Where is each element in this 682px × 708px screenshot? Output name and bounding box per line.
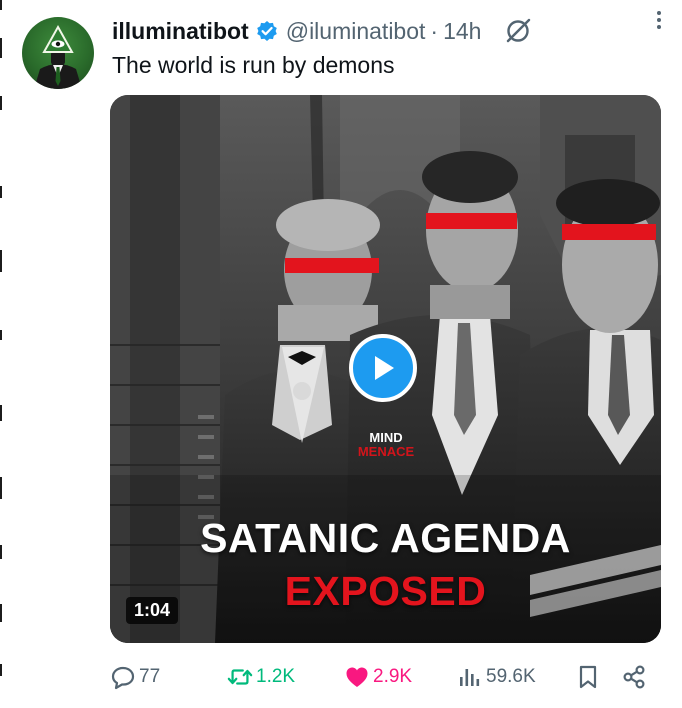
channel-watermark: MIND MENACE: [346, 431, 426, 459]
like-count: 2.9K: [373, 666, 413, 687]
action-bar: 77 1.2K 2.9K 59.6K: [110, 660, 665, 694]
watermark-line2: MENACE: [357, 444, 415, 459]
censor-bar: [426, 213, 517, 229]
verified-badge-icon[interactable]: [256, 20, 278, 42]
tweet-text: The world is run by demons: [112, 52, 395, 78]
views-icon: [457, 664, 483, 690]
video-headline: SATANIC AGENDA: [200, 515, 571, 561]
reply-count: 77: [139, 666, 161, 687]
reply-button[interactable]: 77: [110, 660, 160, 694]
display-name[interactable]: illuminatibot: [112, 18, 249, 45]
share-button[interactable]: [621, 660, 647, 694]
repost-button[interactable]: 1.2K: [227, 660, 295, 694]
bookmark-icon: [575, 664, 601, 690]
grok-icon[interactable]: [505, 18, 531, 44]
video-player[interactable]: MIND MENACE SATANIC AGENDA EXPOSED 1:04: [110, 95, 661, 643]
bookmark-button[interactable]: [575, 660, 601, 694]
video-duration: 1:04: [126, 597, 179, 624]
play-button[interactable]: [349, 334, 417, 402]
tweet-header: illuminatibot @iluminatibot · 14h: [112, 14, 662, 48]
video-headline-accent: EXPOSED: [284, 568, 487, 614]
like-button[interactable]: 2.9K: [344, 660, 412, 694]
separator-dot: ·: [430, 17, 439, 44]
timestamp[interactable]: 14h: [443, 18, 481, 45]
share-icon: [621, 664, 647, 690]
avatar-illustration: [34, 24, 82, 89]
views-count: 59.6K: [486, 666, 536, 687]
censor-bar: [562, 224, 656, 240]
censor-bar: [285, 258, 379, 273]
handle[interactable]: @iluminatibot: [286, 18, 426, 45]
repost-icon: [227, 664, 253, 690]
more-icon[interactable]: [650, 8, 668, 32]
like-icon: [344, 664, 370, 690]
repost-count: 1.2K: [256, 666, 296, 687]
views-button[interactable]: 59.6K: [457, 660, 536, 694]
play-icon: [375, 356, 394, 380]
left-edge-marks: [0, 0, 3, 708]
watermark-line1: MIND: [369, 430, 403, 445]
avatar[interactable]: [22, 17, 94, 89]
reply-icon: [110, 664, 136, 690]
